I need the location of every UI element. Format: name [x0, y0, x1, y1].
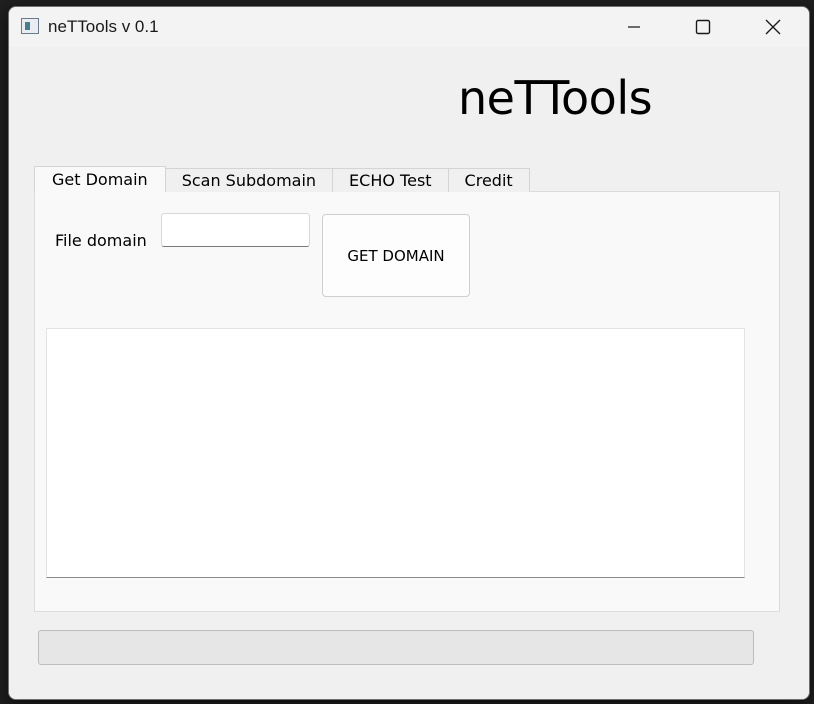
- output-text-area[interactable]: [46, 328, 745, 578]
- tab-scan-subdomain[interactable]: Scan Subdomain: [164, 168, 334, 192]
- tab-label: ECHO Test: [349, 171, 432, 190]
- tab-label: Scan Subdomain: [181, 171, 317, 190]
- minimize-icon: [628, 26, 640, 28]
- app-heading: neTTools: [458, 71, 653, 125]
- tab-label: Get Domain: [52, 170, 148, 189]
- app-window-icon: [21, 18, 39, 34]
- file-domain-input[interactable]: [161, 213, 310, 247]
- tab-label: Credit: [464, 171, 513, 190]
- maximize-icon: [695, 19, 711, 35]
- tab-credit[interactable]: Credit: [447, 168, 530, 192]
- window-title: neTTools v 0.1: [48, 17, 159, 36]
- app-window: neTTools v 0.1 neTTools Get Domain Scan …: [8, 6, 810, 700]
- tab-echo-test[interactable]: ECHO Test: [332, 168, 449, 192]
- get-domain-button[interactable]: GET DOMAIN: [322, 214, 470, 297]
- minimize-button[interactable]: [611, 7, 657, 47]
- tab-bar: Get Domain Scan Subdomain ECHO Test Cred…: [34, 166, 530, 192]
- progress-bar: [38, 630, 754, 665]
- client-area: neTTools Get Domain Scan Subdomain ECHO …: [9, 47, 809, 699]
- title-bar[interactable]: neTTools v 0.1: [9, 7, 809, 47]
- maximize-button[interactable]: [680, 7, 726, 47]
- tab-get-domain[interactable]: Get Domain: [34, 166, 166, 192]
- close-icon: [765, 19, 781, 35]
- close-button[interactable]: [750, 7, 796, 47]
- file-domain-label: File domain: [55, 231, 147, 250]
